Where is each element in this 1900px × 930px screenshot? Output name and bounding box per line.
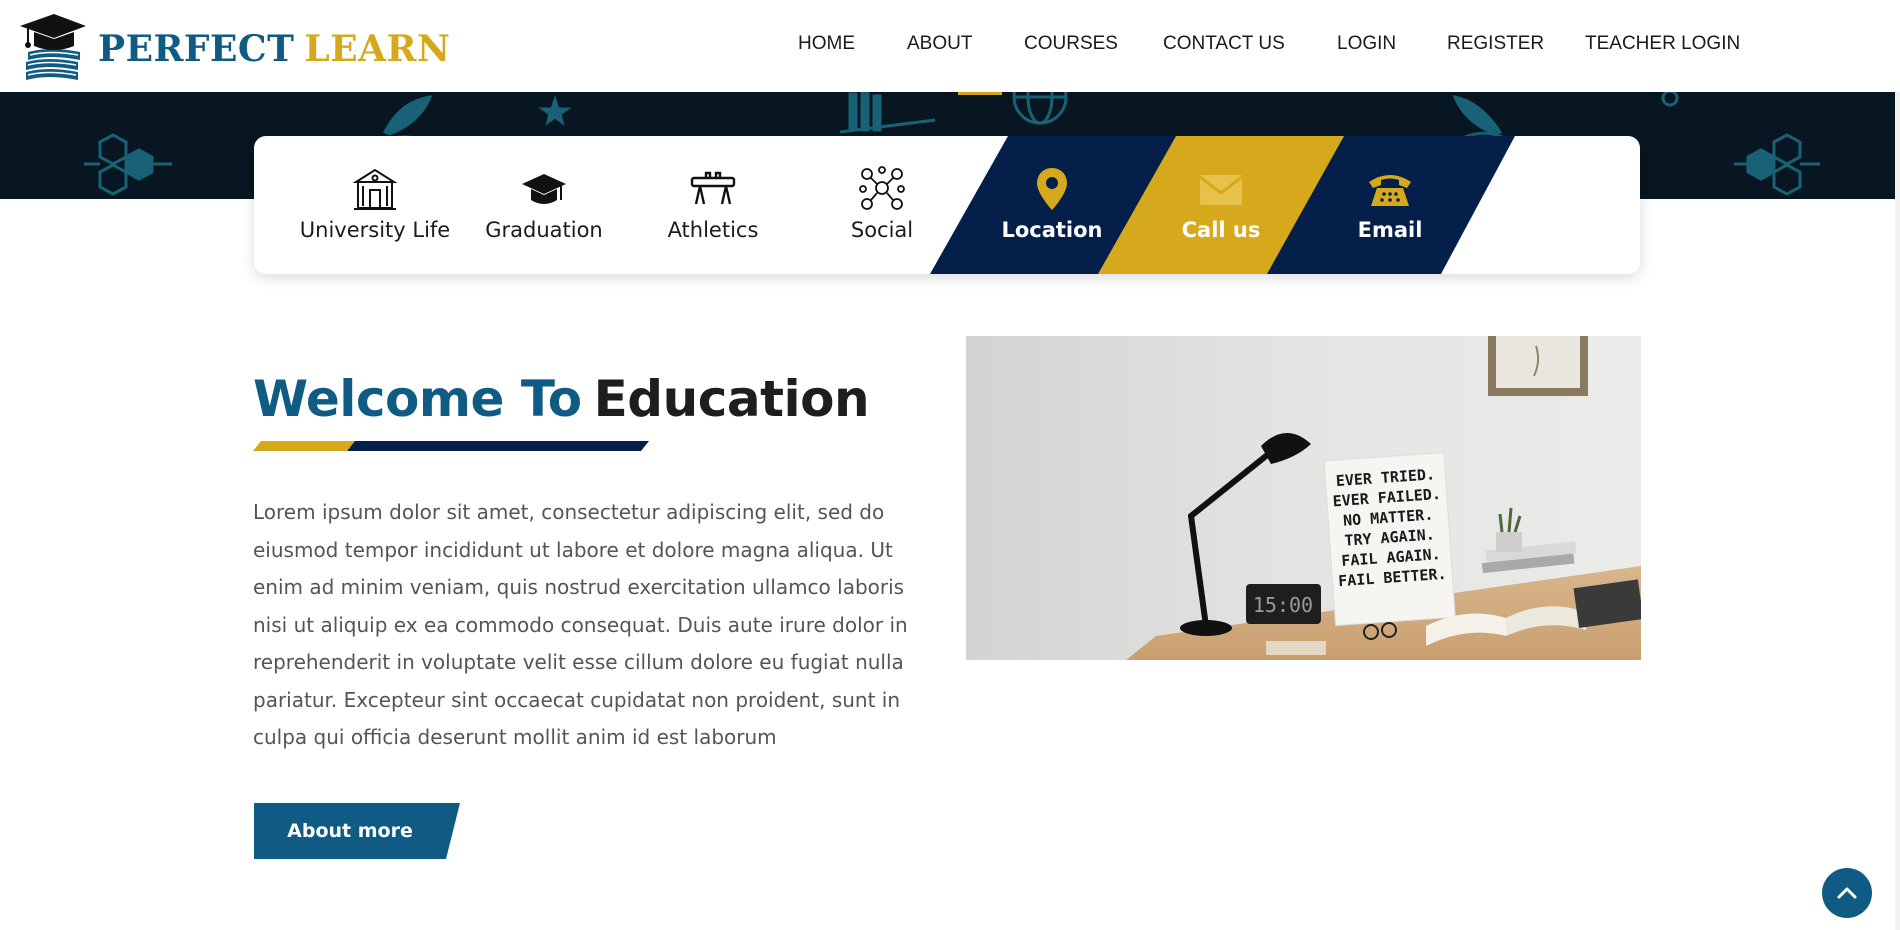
feature-label: Email xyxy=(1357,218,1423,242)
feature-university-life[interactable]: University Life xyxy=(290,136,460,274)
welcome-heading-part2: Education xyxy=(593,370,870,428)
back-to-top-button[interactable] xyxy=(1822,868,1872,918)
feature-call-us[interactable]: Call us xyxy=(1136,136,1306,274)
feature-label: University Life xyxy=(299,218,451,242)
feature-athletics[interactable]: Athletics xyxy=(628,136,798,274)
scrollbar-track[interactable] xyxy=(1895,0,1900,930)
feature-email[interactable]: Email xyxy=(1305,136,1475,274)
paragraph-line: culpa qui officia deserunt mollit anim i… xyxy=(253,725,777,749)
welcome-heading: Welcome To Education xyxy=(253,370,870,428)
nav-teacher-login[interactable]: TEACHER LOGIN xyxy=(1585,33,1740,55)
nav-register[interactable]: REGISTER xyxy=(1447,33,1544,55)
nav-contact-us[interactable]: CONTACT US xyxy=(1163,33,1285,55)
map-pin-icon xyxy=(1037,168,1067,210)
feature-social[interactable]: Social xyxy=(797,136,967,274)
paragraph-line: pariatur. Excepteur sint occaecat cupida… xyxy=(253,687,901,712)
paragraph-line: eiusmod tempor incididunt ut labore et d… xyxy=(253,537,893,562)
feature-label: Athletics xyxy=(667,218,759,242)
feature-bar: University Life Graduation Athletics Soc… xyxy=(254,136,1640,274)
heading-underline xyxy=(253,441,649,451)
nav-home[interactable]: HOME xyxy=(798,33,855,55)
pommel-horse-icon xyxy=(690,171,736,205)
clock-display: 15:00 xyxy=(1253,593,1313,617)
about-more-button[interactable]: About more xyxy=(254,803,460,859)
main-nav: HOME ABOUT COURSES CONTACT US LOGIN REGI… xyxy=(0,33,1900,59)
paragraph-line: reprehenderit in voluptate velit esse ci… xyxy=(253,650,904,674)
social-network-icon xyxy=(859,166,905,210)
telephone-icon xyxy=(1369,175,1411,206)
feature-label: Call us xyxy=(1181,218,1261,242)
paragraph-line: enim ad minim veniam, quis nostrud exerc… xyxy=(253,575,905,599)
paragraph-line: nisi ut aliquip ex ea commodo consequat.… xyxy=(253,612,908,637)
desk-scene-image: EVER TRIED. EVER FAILED. NO MATTER. TRY … xyxy=(966,336,1641,660)
welcome-paragraph: Lorem ipsum dolor sit amet, consectetur … xyxy=(253,494,913,757)
welcome-heading-part1: Welcome To xyxy=(253,370,582,428)
university-building-icon xyxy=(352,168,398,210)
nav-courses[interactable]: COURSES xyxy=(1024,33,1118,55)
about-more-label: About more xyxy=(287,820,413,842)
nav-login[interactable]: LOGIN xyxy=(1337,33,1396,55)
nav-about[interactable]: ABOUT xyxy=(907,33,972,55)
envelope-icon xyxy=(1199,175,1243,205)
feature-graduation[interactable]: Graduation xyxy=(459,136,629,274)
desk-photo: EVER TRIED. EVER FAILED. NO MATTER. TRY … xyxy=(966,336,1641,660)
paragraph-line: Lorem ipsum dolor sit amet, consectetur … xyxy=(253,500,885,524)
graduation-cap-icon xyxy=(522,174,566,204)
feature-label: Social xyxy=(850,218,914,242)
feature-location[interactable]: Location xyxy=(967,136,1137,274)
chevron-up-icon xyxy=(1837,887,1857,899)
feature-label: Location xyxy=(1001,218,1103,242)
site-header: PERFECT LEARN HOME ABOUT COURSES CONTACT … xyxy=(0,0,1900,92)
feature-label: Graduation xyxy=(485,218,603,242)
